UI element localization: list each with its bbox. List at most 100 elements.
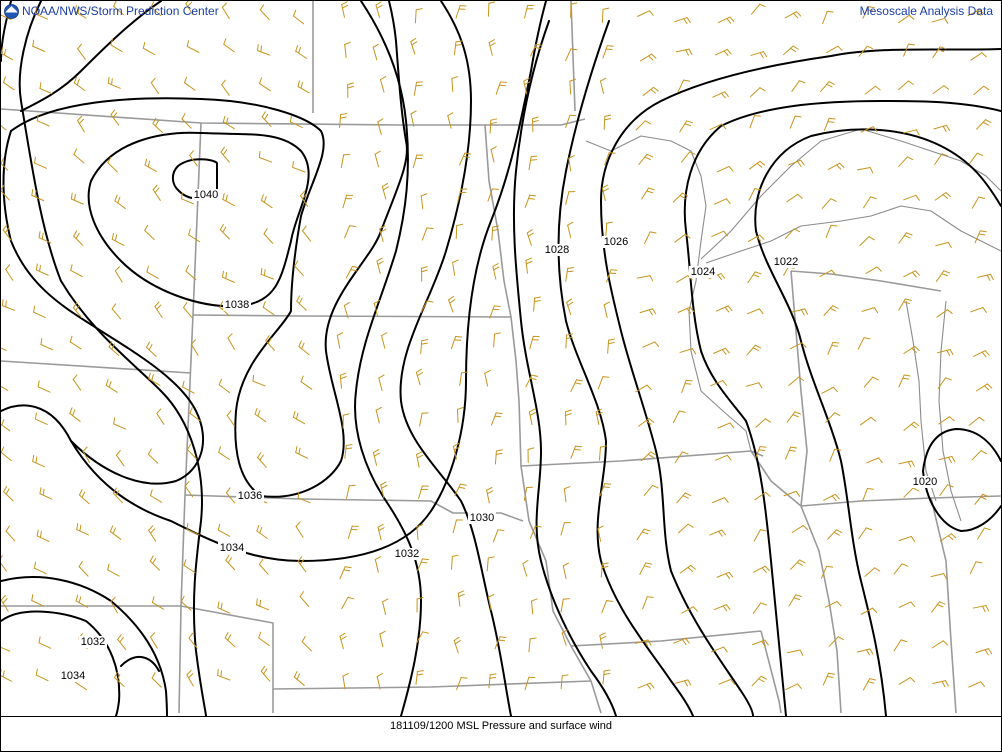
wind-barb — [421, 227, 434, 241]
wind-barb — [295, 521, 304, 538]
isobar-1032-sw — [1, 610, 121, 716]
wind-barb — [859, 416, 877, 426]
wind-barb — [785, 683, 802, 691]
wind-barb — [714, 198, 731, 205]
noaa-logo-icon — [4, 4, 19, 19]
wind-barb — [339, 632, 347, 650]
wind-barb — [150, 489, 163, 503]
wind-barb — [217, 523, 231, 537]
wind-barb — [639, 53, 657, 62]
wind-barb — [934, 192, 951, 201]
wind-barb — [186, 670, 194, 687]
wind-barb — [715, 48, 732, 57]
lake-michigan-shore — [905, 300, 937, 502]
wind-barb — [750, 51, 768, 59]
wind-barb — [341, 596, 355, 610]
wind-barb — [643, 484, 659, 496]
wind-barb — [347, 525, 359, 540]
wind-barb — [524, 194, 537, 208]
wind-barb — [188, 228, 201, 243]
wind-barb — [421, 266, 428, 282]
isobar-label: 1032 — [395, 548, 419, 560]
wind-barb — [39, 82, 53, 95]
wind-barb — [565, 267, 575, 282]
map-frame: 1040 1038 1036 1034 1032 1030 1028 1026 1024 1022… — [0, 0, 1002, 752]
wind-barb — [893, 639, 908, 652]
wind-barb — [714, 454, 732, 461]
isobar-label: 1022 — [774, 256, 798, 268]
wind-barb — [641, 187, 655, 200]
wind-barb — [77, 43, 86, 60]
wind-barb — [297, 556, 307, 573]
wind-barb — [225, 487, 236, 504]
wind-barb — [78, 489, 90, 505]
wind-barb — [930, 573, 948, 580]
wind-barb — [677, 523, 694, 534]
wind-barb — [219, 224, 230, 240]
wind-barb — [715, 305, 733, 313]
wind-barb — [636, 528, 651, 541]
wind-barb — [861, 307, 879, 314]
wind-barb — [717, 16, 735, 24]
wind-barb — [33, 561, 47, 575]
wind-barb — [453, 636, 461, 654]
wind-barb — [903, 270, 920, 278]
wind-barb — [410, 110, 417, 127]
wind-barb — [938, 456, 956, 464]
wind-barb — [969, 561, 983, 575]
wind-barb — [711, 230, 728, 237]
wind-barb — [295, 446, 308, 459]
wind-barb — [565, 48, 578, 62]
wind-barb — [1, 347, 7, 351]
wind-barb — [339, 372, 347, 389]
wind-barb — [260, 665, 271, 682]
wind-barb — [564, 409, 572, 426]
wind-barb — [745, 382, 763, 389]
wind-barb — [144, 224, 155, 240]
wind-barb — [69, 335, 82, 350]
wind-barb — [560, 598, 570, 613]
wind-barb — [976, 119, 992, 130]
wind-barb — [712, 91, 729, 99]
wind-barb — [380, 76, 387, 93]
wind-barb — [487, 1, 496, 17]
wind-barb — [39, 487, 53, 500]
wind-barb — [607, 338, 615, 354]
wind-barb — [636, 275, 654, 282]
wind-barb — [70, 264, 83, 278]
wind-barb — [973, 350, 990, 358]
wind-barb — [221, 2, 230, 19]
wind-barb — [898, 80, 914, 91]
wind-barb — [821, 198, 837, 209]
isobar-label: 1034 — [61, 670, 85, 682]
wind-barb — [1, 555, 7, 572]
wind-barb — [858, 527, 873, 540]
wind-barb — [69, 407, 81, 422]
wind-barb — [488, 673, 497, 689]
wind-barb — [181, 113, 192, 129]
wind-barb — [856, 648, 874, 656]
wind-barb — [1, 416, 11, 432]
wind-barb — [716, 571, 734, 579]
wind-barb — [336, 332, 344, 349]
wind-barb — [642, 596, 654, 610]
border-line — [790, 270, 808, 507]
isobar-label: 1020 — [913, 476, 937, 488]
wind-barb — [531, 598, 538, 615]
border-line — [528, 520, 602, 714]
wind-barb — [560, 522, 571, 536]
wind-barb — [183, 302, 193, 318]
wind-barb — [601, 184, 609, 202]
wind-barb — [225, 554, 236, 571]
lake-michigan-shore — [938, 300, 962, 522]
wind-barb — [603, 301, 611, 319]
wind-barb — [346, 484, 356, 499]
wind-barb — [932, 46, 947, 59]
wind-barb — [487, 188, 499, 202]
wind-barb — [495, 81, 508, 95]
wind-barb — [784, 228, 800, 239]
isobar-1034 — [1, 1, 547, 562]
wind-barb — [413, 81, 423, 96]
wind-barb — [70, 192, 84, 205]
wind-barb — [33, 305, 46, 319]
